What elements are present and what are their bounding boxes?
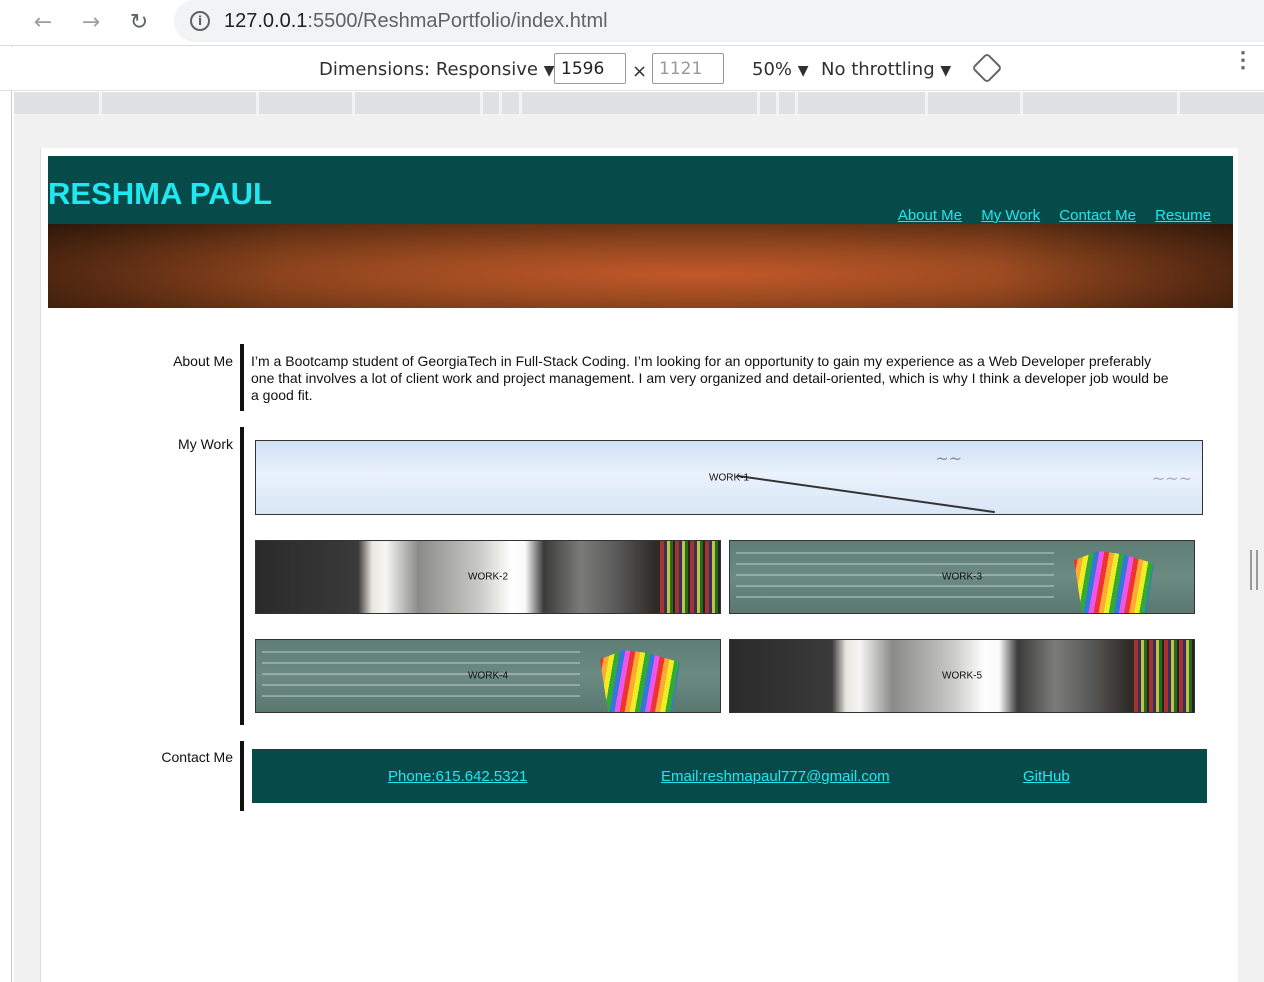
github-link[interactable]: GitHub: [1023, 768, 1070, 785]
work-label: WORK-5: [942, 670, 982, 682]
address-bar[interactable]: i 127.0.0.1:5500/ReshmaPortfolio/index.h…: [174, 0, 1264, 42]
work-label: WORK-3: [942, 571, 982, 583]
work-label: WORK-1: [709, 472, 749, 483]
url-path: :5500/ReshmaPortfolio/index.html: [307, 10, 608, 32]
site-header: RESHMA PAUL About Me My Work Contact Me …: [48, 156, 1233, 224]
nav-link-my-work[interactable]: My Work: [981, 207, 1040, 224]
chevron-down-icon: ▼: [797, 63, 809, 79]
throttling-value: No throttling: [821, 59, 935, 80]
device-toolbar: Dimensions: Responsive ▼ × 50% ▼ No thro…: [0, 47, 1264, 91]
throttling-dropdown[interactable]: No throttling ▼: [821, 59, 951, 80]
my-work-heading: My Work: [178, 436, 233, 452]
media-query-segment[interactable]: [502, 92, 519, 114]
media-query-segment[interactable]: [483, 92, 499, 114]
about-me-heading: About Me: [173, 353, 233, 369]
contact-footer: Phone:615.642.5321 Email:reshmapaul777@g…: [252, 749, 1207, 803]
chevron-down-icon: ▼: [940, 63, 952, 79]
section-divider: [240, 741, 244, 811]
image-detail: ~~: [935, 449, 962, 468]
more-options-icon[interactable]: ⋮: [1232, 49, 1254, 71]
section-divider: [240, 427, 244, 725]
nav-link-resume[interactable]: Resume: [1155, 207, 1211, 224]
url-host: 127.0.0.1: [224, 10, 308, 32]
media-query-segment[interactable]: [14, 92, 99, 114]
work-card-3[interactable]: WORK-3: [729, 540, 1195, 614]
width-input[interactable]: [554, 53, 626, 84]
zoom-value: 50%: [752, 59, 793, 80]
site-title: RESHMA PAUL: [48, 176, 272, 211]
section-divider: [240, 344, 244, 411]
media-query-segment[interactable]: [355, 92, 480, 114]
media-query-segment[interactable]: [779, 92, 795, 114]
work-label: WORK-4: [468, 670, 508, 682]
email-link[interactable]: Email:reshmapaul777@gmail.com: [661, 768, 890, 785]
zoom-dropdown[interactable]: 50% ▼: [752, 59, 809, 80]
forward-arrow-icon[interactable]: →: [76, 8, 106, 38]
url-text[interactable]: 127.0.0.1:5500/ReshmaPortfolio/index.htm…: [224, 10, 608, 33]
browser-toolbar: ← → ↻ i 127.0.0.1:5500/ReshmaPortfolio/i…: [0, 0, 1264, 46]
media-query-segment[interactable]: [259, 92, 352, 114]
work-card-1[interactable]: ~~ ~~~ WORK-1: [255, 440, 1203, 515]
site-nav: About Me My Work Contact Me Resume: [883, 207, 1211, 224]
work-label: WORK-2: [468, 571, 508, 583]
phone-link[interactable]: Phone:615.642.5321: [388, 768, 527, 785]
viewport-resize-handle[interactable]: [1250, 550, 1258, 590]
media-query-bar: [14, 92, 1264, 116]
dimensions-label: Dimensions: Responsive: [319, 59, 538, 80]
hero-banner-image: [48, 224, 1233, 308]
reload-icon[interactable]: ↻: [124, 8, 154, 38]
nav-link-contact-me[interactable]: Contact Me: [1059, 207, 1136, 224]
work-card-5[interactable]: WORK-5: [729, 639, 1195, 713]
media-query-segment[interactable]: [1180, 92, 1264, 114]
height-input[interactable]: [652, 53, 724, 84]
media-query-segment[interactable]: [760, 92, 776, 114]
about-me-text: I’m a Bootcamp student of GeorgiaTech in…: [251, 353, 1169, 403]
media-query-segment[interactable]: [1023, 92, 1177, 114]
media-query-segment[interactable]: [102, 92, 256, 114]
media-query-segment[interactable]: [928, 92, 1020, 114]
back-arrow-icon[interactable]: ←: [28, 8, 58, 38]
info-icon[interactable]: i: [190, 11, 210, 31]
window-left-edge: [0, 0, 12, 982]
times-symbol: ×: [632, 61, 648, 82]
chevron-down-icon: ▼: [543, 63, 555, 79]
rendered-page: RESHMA PAUL About Me My Work Contact Me …: [40, 148, 1238, 982]
contact-me-heading: Contact Me: [161, 749, 233, 765]
work-card-2[interactable]: WORK-2: [255, 540, 721, 614]
media-query-segment[interactable]: [522, 92, 757, 114]
media-query-segment[interactable]: [798, 92, 925, 114]
rotate-icon[interactable]: [971, 52, 1003, 84]
dimensions-dropdown[interactable]: Dimensions: Responsive ▼: [319, 59, 554, 80]
work-card-4[interactable]: WORK-4: [255, 639, 721, 713]
nav-link-about-me[interactable]: About Me: [898, 207, 962, 224]
